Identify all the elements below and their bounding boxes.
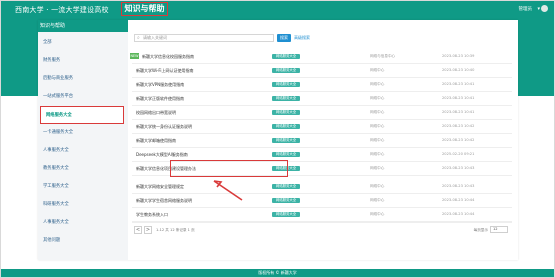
- row-source: 网络中心: [370, 198, 385, 202]
- row-date: 2023-08-23 10:40: [442, 68, 475, 72]
- avatar-icon[interactable]: [541, 5, 548, 12]
- row-source: 网络与信息中心: [370, 54, 396, 58]
- sidebar-item-logistics[interactable]: 后勤与商业服务: [38, 70, 128, 88]
- row-source: 网络中心: [370, 138, 385, 142]
- list-row[interactable]: 新疆大学统一身份认证服务说明 网络服务大全 网络中心 2023-08-23 10…: [132, 120, 512, 134]
- list-row[interactable]: 校园网络出口带宽说明 网络服务大全 网络中心 2023-08-23 10:41: [132, 106, 512, 120]
- category-badge: 网络服务大全: [272, 54, 300, 59]
- page-size-select[interactable]: 12: [490, 226, 508, 233]
- chevron-down-icon[interactable]: ▾: [537, 6, 540, 12]
- row-title[interactable]: Deepseek大模型AI服务指南: [136, 152, 264, 158]
- row-title[interactable]: 学生教务系统入口: [136, 212, 264, 218]
- list-row[interactable]: 学生教务系统入口 网络服务大全 网络中心 2023-08-23 10:44: [132, 208, 512, 222]
- sidebar-item-network[interactable]: 网络服务大全: [40, 106, 124, 124]
- category-badge: 网络服务大全: [272, 110, 300, 115]
- row-source: 网络中心: [370, 212, 385, 216]
- university-logo[interactable]: 西南大学 · 一流大学建设高校: [15, 5, 119, 15]
- row-date: 2023-08-23 10:44: [442, 212, 475, 216]
- row-date: 2023-08-23 10:42: [442, 138, 475, 142]
- list-row[interactable]: 新疆大学Wi-Fi上网认证使用指南 网络服务大全 网络中心 2023-08-23…: [132, 64, 512, 78]
- row-date: 2023-08-23 10:39: [442, 54, 475, 58]
- pagination-info: 1-12 共 12 条记录 1 页: [156, 228, 195, 232]
- sidebar-item-one-stop[interactable]: 一站式服务平台: [38, 88, 128, 106]
- sidebar-item-student[interactable]: 学工服务大全: [38, 178, 128, 196]
- row-source: 网络中心: [370, 82, 385, 86]
- sidebar: 知识与帮助 全部 财务服务 后勤与商业服务 一站式服务平台 网络服务大全 一卡通…: [38, 20, 128, 260]
- row-date: 2023-08-23 10:41: [442, 82, 475, 86]
- row-date: 2023-08-23 10:41: [442, 110, 475, 114]
- row-source: 网络中心: [370, 124, 385, 128]
- category-badge: 网络服务大全: [272, 138, 300, 143]
- list-row[interactable]: 新疆大学邮箱使用指南 网络服务大全 网络中心 2023-08-23 10:42: [132, 134, 512, 148]
- category-badge: 网络服务大全: [272, 96, 300, 101]
- new-badge: NEW: [130, 53, 139, 59]
- advanced-search-link[interactable]: 高级搜索: [294, 34, 310, 42]
- sidebar-item-research[interactable]: 科研服务大全: [38, 196, 128, 214]
- list-row[interactable]: 新疆大学学生宿舍网络服务说明 网络服务大全 网络中心 2023-08-23 10…: [132, 194, 512, 208]
- row-date: 2023-08-23 10:42: [442, 124, 475, 128]
- annotation-arrow: [213, 180, 243, 201]
- list-row[interactable]: 新疆大学VPN服务使用指南 网络服务大全 网络中心 2023-08-23 10:…: [132, 78, 512, 92]
- category-badge: 网络服务大全: [272, 82, 300, 87]
- category-badge: 网络服务大全: [272, 68, 300, 73]
- list-row[interactable]: 新疆大学正版软件使用指南 网络服务大全 网络中心 2023-08-23 10:4…: [132, 92, 512, 106]
- prev-page-button[interactable]: <: [134, 226, 142, 234]
- sidebar-item-all[interactable]: 全部: [38, 34, 128, 52]
- main-content: ⌕ 请输入关键词 搜索 高级搜索 NEW 新疆大学信息化校园服务指南 网络服务大…: [128, 20, 518, 260]
- row-source: 网络中心: [370, 152, 385, 156]
- row-title[interactable]: 新疆大学统一身份认证服务说明: [136, 124, 264, 130]
- sidebar-item-hr2[interactable]: 人事服务大全: [38, 214, 128, 232]
- row-title[interactable]: 新疆大学邮箱使用指南: [136, 138, 264, 144]
- category-badge: 网络服务大全: [272, 198, 300, 203]
- next-page-button[interactable]: >: [144, 226, 152, 234]
- row-date: 2023-08-23 10:44: [442, 198, 475, 202]
- footer: 版权所有 © 新疆大学: [1, 269, 554, 277]
- highlight-box: [170, 160, 288, 177]
- row-title[interactable]: 新疆大学VPN服务使用指南: [136, 82, 264, 88]
- sidebar-item-hr[interactable]: 人事服务大全: [38, 142, 128, 160]
- sidebar-item-finance[interactable]: 财务服务: [38, 52, 128, 70]
- row-date: 2025-02-20 09:21: [442, 152, 475, 156]
- row-title[interactable]: 校园网络出口带宽说明: [136, 110, 264, 116]
- row-source: 网络中心: [370, 184, 385, 188]
- sidebar-title: 知识与帮助: [38, 20, 128, 32]
- app-window: 西南大学 · 一流大学建设高校 知识与帮助 管理员 ▾ 知识与帮助 全部 财务服…: [0, 0, 555, 278]
- row-date: 2023-08-23 10:43: [442, 184, 475, 188]
- row-date: 2023-08-23 10:41: [442, 96, 475, 100]
- row-source: 网络中心: [370, 166, 385, 170]
- list-row[interactable]: 新疆大学网络安全管理规定 网络服务大全 网络中心 2023-08-23 10:4…: [132, 180, 512, 194]
- search-icon: ⌕: [137, 35, 140, 41]
- search-placeholder: 请输入关键词: [143, 35, 167, 40]
- sidebar-item-other[interactable]: 其他问题: [38, 232, 128, 250]
- list-row[interactable]: NEW 新疆大学信息化校园服务指南 网络服务大全 网络与信息中心 2023-08…: [130, 50, 512, 64]
- row-title[interactable]: 新疆大学信息化校园服务指南: [142, 54, 270, 60]
- category-badge: 网络服务大全: [272, 152, 300, 157]
- row-title[interactable]: 新疆大学正版软件使用指南: [136, 96, 264, 102]
- user-name[interactable]: 管理员: [519, 6, 533, 12]
- category-badge: 网络服务大全: [272, 124, 300, 129]
- row-source: 网络中心: [370, 96, 385, 100]
- search-button[interactable]: 搜索: [277, 34, 291, 42]
- sidebar-item-academic[interactable]: 教务服务大全: [38, 160, 128, 178]
- content-panel: 知识与帮助 全部 财务服务 后勤与商业服务 一站式服务平台 网络服务大全 一卡通…: [38, 20, 518, 260]
- row-source: 网络中心: [370, 68, 385, 72]
- search-input[interactable]: ⌕ 请输入关键词: [134, 34, 274, 42]
- page-size-label: 每页显示: [473, 228, 488, 232]
- pagination: < > 1-12 共 12 条记录 1 页 每页显示 12: [132, 222, 512, 235]
- category-badge: 网络服务大全: [272, 212, 300, 217]
- row-source: 网络中心: [370, 110, 385, 114]
- row-title[interactable]: 新疆大学Wi-Fi上网认证使用指南: [136, 68, 264, 74]
- site-title[interactable]: 知识与帮助: [121, 2, 168, 16]
- row-date: 2023-08-23 10:43: [442, 166, 475, 170]
- sidebar-item-card[interactable]: 一卡通服务大全: [38, 124, 128, 142]
- category-badge: 网络服务大全: [272, 184, 300, 189]
